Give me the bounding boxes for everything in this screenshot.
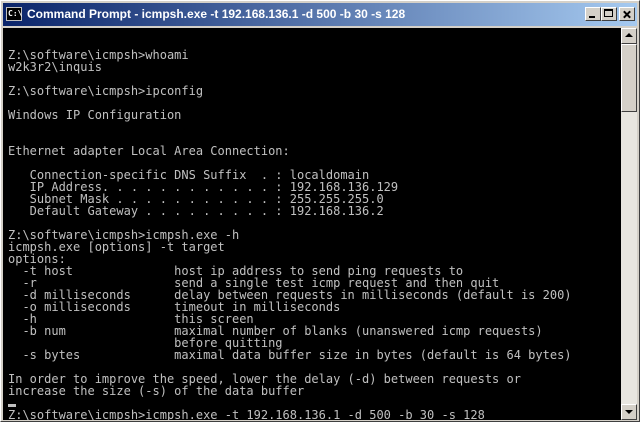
close-button[interactable] xyxy=(619,7,635,21)
console-output-area[interactable]: Z:\software\icmpsh>whoami w2k3r2\inquis … xyxy=(3,28,621,420)
text-cursor xyxy=(8,404,16,407)
console-line: Default Gateway . . . . . . . . . : 192.… xyxy=(8,204,384,218)
scroll-down-button[interactable] xyxy=(621,404,637,420)
console-line: w2k3r2\inquis xyxy=(8,60,102,74)
minimize-button[interactable] xyxy=(585,7,601,21)
console-line: Windows IP Configuration xyxy=(8,108,182,122)
command-prompt-icon[interactable]: C:\ xyxy=(6,7,22,21)
console-line: Z:\software\icmpsh>ipconfig xyxy=(8,84,204,98)
console-line: -s bytes maximal data buffer size in byt… xyxy=(8,348,572,362)
maximize-button[interactable] xyxy=(601,7,617,21)
vertical-scrollbar[interactable] xyxy=(621,28,637,420)
window-title: Command Prompt - icmpsh.exe -t 192.168.1… xyxy=(27,7,406,21)
console-line: Ethernet adapter Local Area Connection: xyxy=(8,144,290,158)
title-bar[interactable]: C:\ Command Prompt - icmpsh.exe -t 192.1… xyxy=(3,3,637,26)
console-line: increase the size (-s) of the data buffe… xyxy=(8,384,305,398)
console-text: Z:\software\icmpsh>whoami w2k3r2\inquis … xyxy=(3,28,621,420)
command-prompt-window: C:\ Command Prompt - icmpsh.exe -t 192.1… xyxy=(0,0,640,422)
scroll-up-button[interactable] xyxy=(621,28,637,44)
scrollbar-thumb[interactable] xyxy=(621,44,637,112)
console-line: Z:\software\icmpsh>icmpsh.exe -t 192.168… xyxy=(8,408,485,420)
